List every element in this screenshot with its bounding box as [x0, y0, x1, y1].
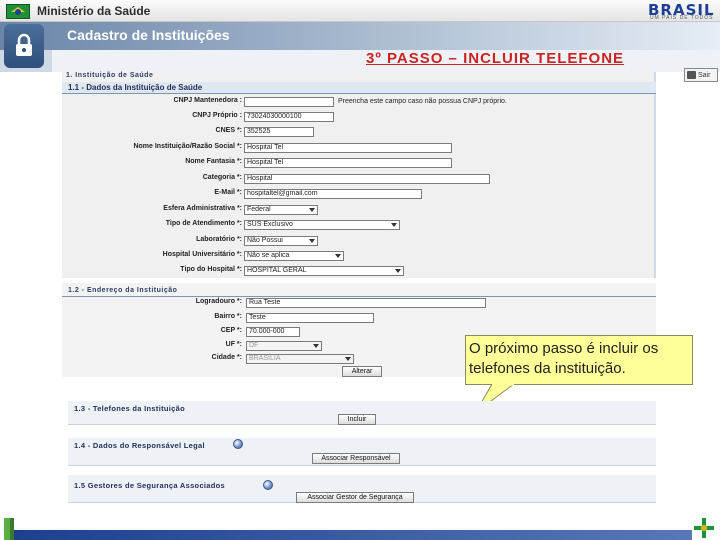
form-row: Cidade *:	[64, 353, 242, 365]
field-label: Cidade *:	[211, 354, 242, 361]
trade-name-input[interactable]: Hospital Tel	[244, 158, 452, 168]
field-label: Tipo de Atendimento *:	[165, 220, 242, 227]
step-title: 3º PASSO – INCLUIR TELEFONE	[366, 50, 625, 67]
state-select[interactable]: DF	[246, 341, 322, 351]
laboratory-select[interactable]: Não Possui	[244, 236, 318, 246]
brazil-flag-icon	[6, 4, 30, 19]
footer-bar	[14, 530, 694, 540]
institution-name-input[interactable]: Hospital Tel	[244, 143, 452, 153]
form-row: Tipo do Hospital *:	[64, 265, 242, 277]
form-row: Logradouro *:	[64, 297, 242, 309]
neighborhood-input[interactable]: Teste	[246, 313, 374, 323]
form-row: CEP *:	[64, 326, 242, 338]
category-input[interactable]: Hospital	[244, 174, 490, 184]
section-1-4-heading: 1.4 - Dados do Responsável Legal	[74, 441, 205, 450]
hospital-type-select[interactable]: HOSPITAL GERAL	[244, 266, 404, 276]
sus-logo-icon	[692, 516, 716, 540]
section-1-heading: 1. Instituição de Saúde	[66, 72, 154, 79]
city-select[interactable]: BRASÍLIA	[246, 354, 354, 364]
info-icon[interactable]	[233, 439, 243, 449]
form-row: Esfera Administrativa *:	[64, 204, 242, 216]
administrative-sphere-select[interactable]: Federal	[244, 205, 318, 215]
top-bar: Ministério da Saúde BRASIL UM PAÍS DE TO…	[0, 0, 720, 22]
field-label: CEP *:	[220, 327, 242, 334]
zip-code-input[interactable]: 70.000-000	[246, 327, 300, 337]
field-label: Logradouro *:	[195, 298, 242, 305]
selected-value: HOSPITAL GERAL	[247, 267, 307, 274]
form-row: UF *:	[64, 340, 242, 352]
field-label: Categoria *:	[202, 174, 242, 181]
form-row: E-Mail *:	[64, 188, 242, 200]
selected-value: SUS Exclusivo	[247, 221, 293, 228]
field-label: Laboratório *:	[196, 236, 242, 243]
exit-button[interactable]: Sair	[684, 68, 718, 82]
page-title: Cadastro de Instituições	[67, 27, 230, 43]
field-label: Tipo do Hospital *:	[180, 266, 242, 273]
university-hospital-select[interactable]: Não se aplica	[244, 251, 344, 261]
form-row: Tipo de Atendimento *:	[64, 219, 242, 231]
section-1-1-header: 1.1 - Dados da Instituição de Saúde	[62, 82, 656, 94]
selected-value: Não se aplica	[247, 252, 290, 259]
form-row: CNPJ Mantenedora :	[64, 96, 242, 108]
field-label: CNES *:	[215, 127, 242, 134]
field-label: CNPJ Mantenedora :	[173, 97, 242, 104]
section-1-2-heading: 1.2 - Endereço da Instituição	[68, 287, 178, 294]
service-type-select[interactable]: SUS Exclusivo	[244, 220, 400, 230]
field-label: CNPJ Próprio :	[192, 112, 242, 119]
section-1-5-heading: 1.5 Gestores de Segurança Associados	[74, 481, 225, 490]
section-1-3-heading: 1.3 - Telefones da Instituição	[74, 404, 185, 413]
field-label: E-Mail *:	[214, 189, 242, 196]
callout-text: O próximo passo é incluir os telefones d…	[469, 340, 659, 377]
email-field[interactable]: hospitaltel@gmail.com	[244, 189, 422, 199]
field-label: Hospital Universitário *:	[162, 251, 242, 258]
form-row: Laboratório *:	[64, 235, 242, 247]
associate-responsible-button[interactable]: Associar Responsável	[312, 453, 400, 464]
ministry-title: Ministério da Saúde	[37, 4, 151, 18]
form-row: Bairro *:	[64, 312, 242, 324]
change-address-button[interactable]: Alterar	[342, 366, 382, 377]
brasil-tagline: UM PAÍS DE TODOS	[650, 15, 714, 21]
form-row: CNPJ Próprio :	[64, 111, 242, 123]
field-label: Esfera Administrativa *:	[163, 205, 242, 212]
selected-value: Não Possui	[247, 237, 283, 244]
associate-security-manager-button[interactable]: Associar Gestor de Segurança	[296, 492, 414, 503]
field-label: Bairro *:	[214, 313, 242, 320]
form-row: CNES *:	[64, 126, 242, 138]
street-input[interactable]: Rua Teste	[246, 298, 486, 308]
wrench-lock-icon	[4, 24, 44, 68]
cnpj-hint: Preencha este campo caso não possua CNPJ…	[338, 98, 507, 105]
form-row: Nome Instituição/Razão Social *:	[64, 142, 242, 154]
selected-value: DF	[249, 342, 259, 349]
field-label: UF *:	[225, 341, 242, 348]
cnpj-mantenedora-input[interactable]	[244, 97, 334, 107]
form-row: Categoria *:	[64, 173, 242, 185]
exit-icon	[687, 71, 696, 79]
exit-label: Sair	[698, 71, 711, 79]
form-row: Nome Fantasia *:	[64, 157, 242, 169]
section-1-1-heading: 1.1 - Dados da Instituição de Saúde	[68, 83, 203, 92]
info-icon[interactable]	[263, 480, 273, 490]
add-phone-button[interactable]: Incluir	[338, 414, 376, 425]
cnes-input[interactable]: 352525	[244, 127, 314, 137]
selected-value: BRASÍLIA	[249, 355, 281, 362]
cnpj-proprio-input[interactable]: 73024030000100	[244, 112, 334, 122]
field-label: Nome Instituição/Razão Social *:	[133, 143, 242, 150]
selected-value: Federal	[247, 206, 271, 213]
field-label: Nome Fantasia *:	[185, 158, 242, 165]
form-row: Hospital Universitário *:	[64, 250, 242, 262]
brasil-logo: BRASIL UM PAÍS DE TODOS	[648, 1, 718, 21]
